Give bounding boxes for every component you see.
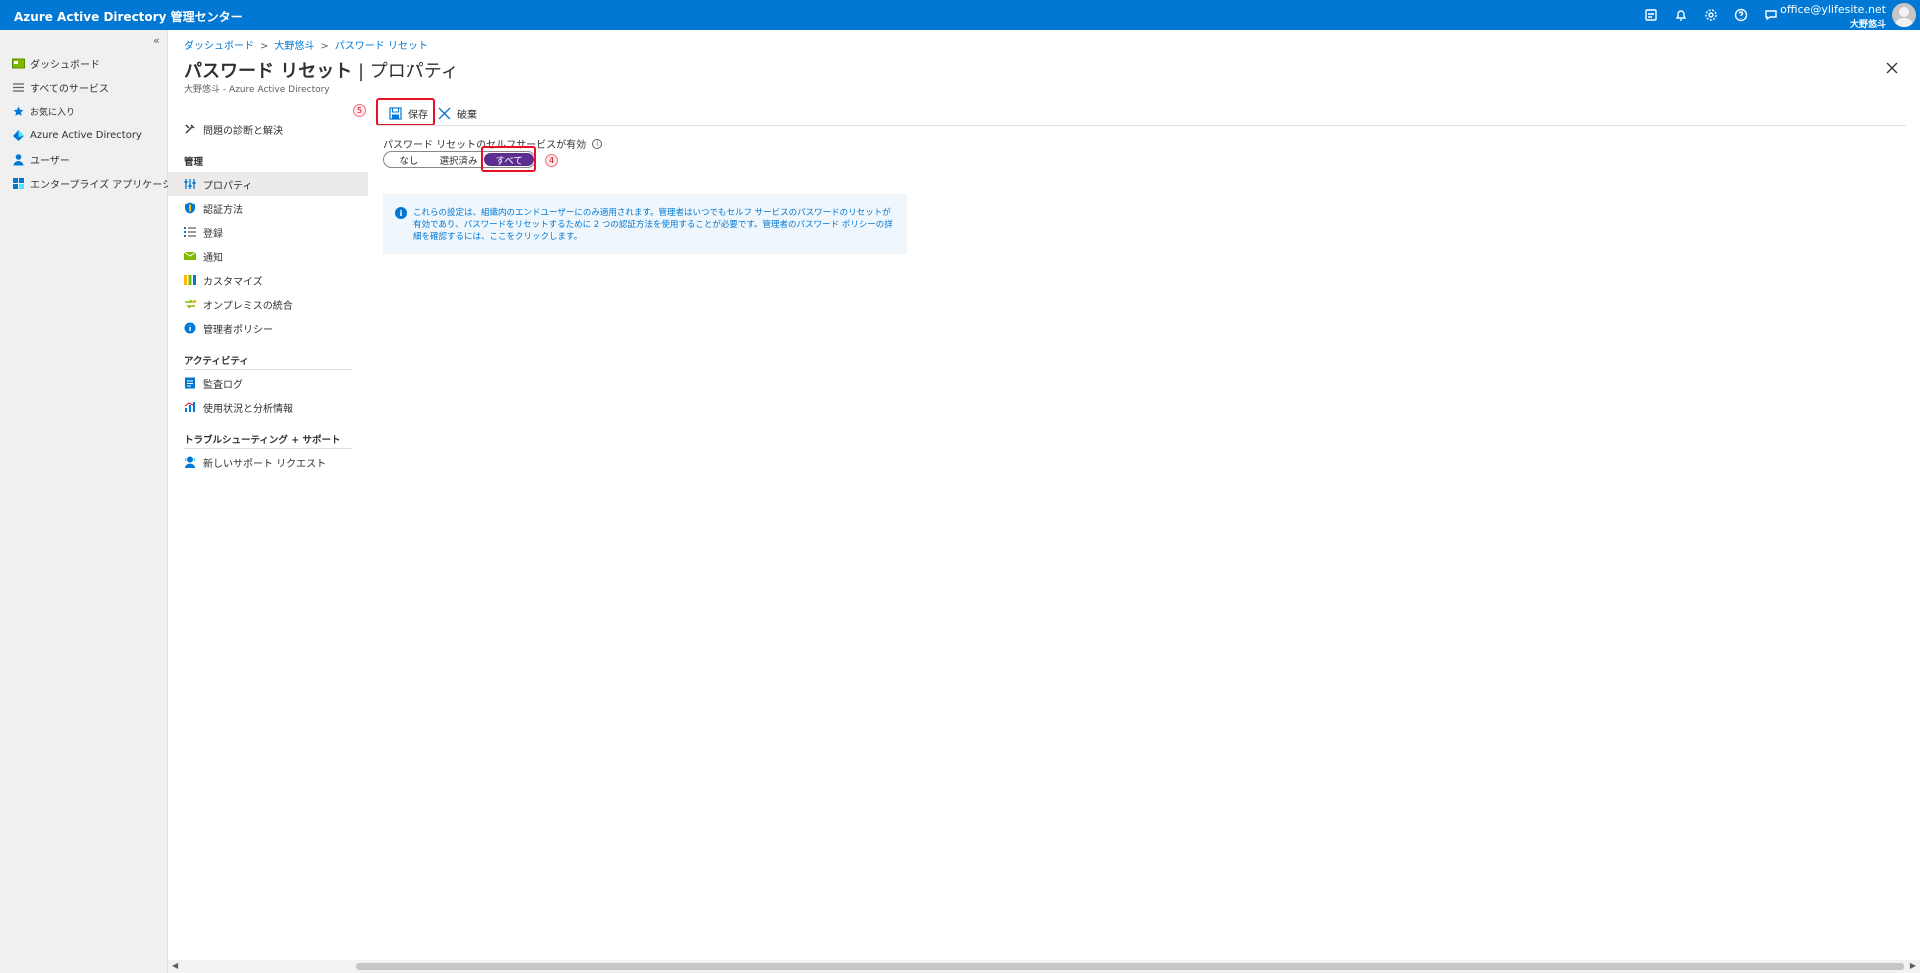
menu-item-usage-insights[interactable]: 使用状況と分析情報 [168, 395, 368, 419]
nav-item-aad[interactable]: Azure Active Directory [0, 124, 168, 146]
top-bar: Azure Active Directory 管理センター office@yli… [0, 0, 1920, 30]
nav-item-favorites[interactable]: お気に入り [0, 100, 168, 122]
info-banner-text: これらの設定は、組織内のエンドユーザーにのみ適用されます。管理者はいつでもセルフ… [413, 208, 893, 242]
bell-icon[interactable] [1672, 6, 1690, 24]
info-icon[interactable]: i [592, 138, 603, 149]
close-icon [438, 107, 451, 120]
page-title-main: パスワード リセット [184, 61, 353, 82]
option-selected[interactable]: 選択済み [434, 152, 484, 167]
account-name: 大野悠斗 [1849, 20, 1886, 30]
customize-icon [184, 274, 196, 286]
feedback-icon[interactable] [1642, 6, 1660, 24]
scrollbar-thumb[interactable] [356, 963, 1904, 970]
onprem-icon [184, 298, 196, 310]
section-divider [184, 369, 352, 370]
shield-icon [184, 202, 196, 214]
info-icon: i [395, 207, 407, 219]
menu-item-label: 通知 [203, 252, 223, 264]
menu-item-registration[interactable]: 登録 [168, 220, 368, 244]
section-activity: アクティビティ [184, 356, 249, 367]
menu-item-notifications[interactable]: 通知 [168, 244, 368, 268]
breadcrumb-separator: > [260, 41, 269, 52]
menu-item-label: オンプレミスの統合 [203, 300, 293, 312]
nav-item-enterprise-apps[interactable]: エンタープライズ アプリケーション [0, 172, 192, 194]
page-subtitle: 大野悠斗 - Azure Active Directory [184, 85, 330, 95]
scroll-right-icon[interactable]: ▶ [1910, 961, 1916, 970]
scroll-left-icon[interactable]: ◀ [172, 961, 178, 970]
menu-item-label: 認証方法 [203, 204, 243, 216]
nav-item-label: Azure Active Directory [30, 129, 142, 141]
menu-item-label: 管理者ポリシー [203, 324, 273, 336]
aad-icon [12, 129, 25, 142]
discard-button[interactable]: 破棄 [438, 102, 477, 124]
step-badge-save: 5 [353, 104, 366, 117]
menu-item-label: 監査ログ [203, 379, 243, 391]
help-icon[interactable] [1732, 6, 1750, 24]
avatar[interactable] [1892, 3, 1916, 27]
portal-title[interactable]: Azure Active Directory 管理センター [14, 8, 243, 25]
page-title-separator: | [352, 61, 370, 82]
properties-icon [184, 178, 196, 190]
menu-item-diagnose[interactable]: 問題の診断と解決 [168, 117, 368, 141]
menu-item-label: 問題の診断と解決 [203, 125, 283, 137]
menu-item-audit-logs[interactable]: 監査ログ [168, 371, 368, 395]
notification-icon [183, 250, 197, 262]
list-icon [12, 81, 25, 94]
menu-item-admin-policy[interactable]: 管理者ポリシー [168, 316, 368, 340]
nav-item-all-services[interactable]: すべてのサービス [0, 76, 168, 98]
audit-log-icon [184, 377, 196, 389]
section-manage: 管理 [184, 157, 204, 168]
breadcrumb-separator: > [320, 41, 329, 52]
dashboard-icon [12, 57, 25, 70]
save-icon [389, 106, 402, 120]
left-nav: « ダッシュボード すべてのサービス お気に入り Azure Active Di… [0, 30, 192, 973]
info-banner[interactable]: i これらの設定は、組織内のエンドユーザーにのみ適用されます。管理者はいつでもセ… [383, 194, 907, 254]
menu-item-properties[interactable]: プロパティ [168, 172, 368, 196]
support-icon [184, 456, 196, 468]
step-badge-option: 4 [545, 154, 558, 167]
analytics-icon [184, 401, 196, 413]
nav-item-label: ユーザー [30, 155, 70, 167]
breadcrumb-user[interactable]: 大野悠斗 [274, 41, 314, 52]
menu-item-label: 新しいサポート リクエスト [203, 458, 327, 470]
account-email: office@ylifesite.net [1780, 3, 1886, 16]
breadcrumb-password-reset[interactable]: パスワード リセット [335, 41, 428, 52]
menu-item-new-support-request[interactable]: 新しいサポート リクエスト [168, 450, 368, 474]
user-icon [12, 153, 25, 166]
breadcrumb: ダッシュボード > 大野悠斗 > パスワード リセット [184, 37, 428, 52]
star-icon [12, 105, 25, 118]
section-divider [184, 448, 352, 449]
gear-icon[interactable] [1702, 6, 1720, 24]
menu-item-onprem[interactable]: オンプレミスの統合 [168, 292, 368, 316]
nav-item-label: ダッシュボード [30, 59, 100, 71]
menu-item-customize[interactable]: カスタマイズ [168, 268, 368, 292]
save-button-label: 保存 [408, 109, 428, 121]
nav-item-label: すべてのサービス [30, 83, 109, 95]
menu-item-label: 使用状況と分析情報 [203, 403, 293, 415]
menu-item-label: 登録 [203, 228, 223, 240]
nav-item-users[interactable]: ユーザー [0, 148, 168, 170]
option-none[interactable]: なし [384, 152, 434, 167]
discard-button-label: 破棄 [457, 109, 477, 121]
info-circle-icon [184, 322, 196, 334]
close-icon[interactable] [1884, 60, 1900, 76]
account-info[interactable]: office@ylifesite.net 大野悠斗 [1780, 3, 1886, 30]
toolbar-divider [376, 125, 1906, 126]
menu-item-label: カスタマイズ [203, 276, 263, 288]
section-support: トラブルシューティング + サポート [184, 435, 341, 446]
horizontal-scrollbar[interactable]: ◀ ▶ [168, 960, 1920, 973]
registration-icon [184, 226, 196, 238]
chat-icon[interactable] [1762, 6, 1780, 24]
nav-item-dashboard[interactable]: ダッシュボード [0, 52, 168, 74]
breadcrumb-dashboard[interactable]: ダッシュボード [184, 41, 254, 52]
menu-item-auth-methods[interactable]: 認証方法 [168, 196, 368, 220]
collapse-nav-button[interactable]: « [153, 34, 160, 47]
nav-item-label: お気に入り [30, 107, 76, 118]
grid-icon [12, 177, 25, 190]
wrench-icon [184, 123, 196, 135]
more-options-button[interactable]: ··· [406, 60, 421, 75]
menu-item-label: プロパティ [203, 180, 253, 192]
save-button[interactable]: 保存 [389, 102, 428, 124]
highlight-option-all [481, 146, 536, 172]
